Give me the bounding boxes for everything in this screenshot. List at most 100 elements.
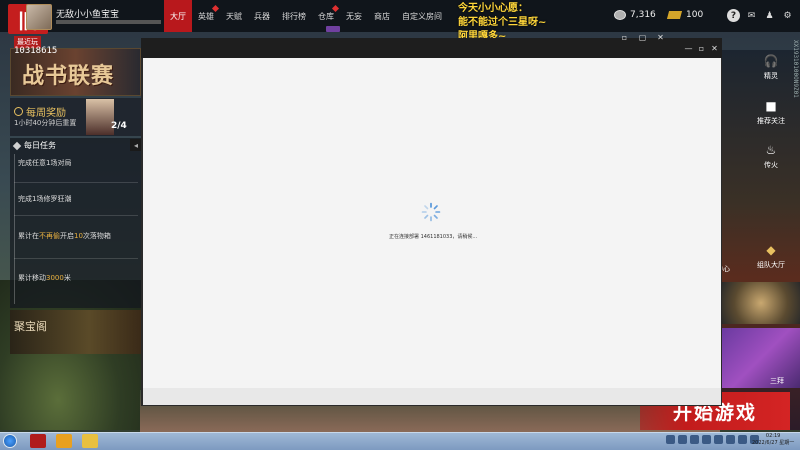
- task-timeline: [14, 154, 15, 304]
- tab-label: 兵器: [254, 11, 270, 21]
- task-highlight: 10: [74, 232, 83, 240]
- flame-icon: ♨: [765, 143, 777, 157]
- event-card[interactable]: [722, 282, 800, 324]
- tab-weapons[interactable]: 兵器: [248, 0, 276, 32]
- clock-icon: [14, 107, 23, 116]
- gold-ingot-icon: [666, 11, 683, 19]
- inner-close-icon[interactable]: ✕: [710, 44, 719, 53]
- connecting-status: 正在连接部署 1461181033，请稍候...: [389, 234, 478, 240]
- tab-label: 自定义房间: [402, 11, 442, 21]
- main-nav: 大厅 英雄 天赋 兵器 排行榜 仓库 无妄 商店 自定义房间: [164, 0, 448, 32]
- weekly-reward-character: [86, 99, 114, 135]
- task-item[interactable]: 累计在不再偷开启10次落物箱: [18, 231, 111, 241]
- divider: [14, 258, 138, 259]
- settings-icon[interactable]: ⚙: [781, 9, 794, 22]
- window-titlebar: [141, 38, 722, 58]
- tray-icon[interactable]: [678, 435, 687, 444]
- tray-icon[interactable]: [714, 435, 723, 444]
- user-level-bar: [56, 20, 161, 24]
- sprite-label: 精灵: [764, 72, 778, 80]
- tray-icon[interactable]: [690, 435, 699, 444]
- treasure-pavilion-label: 聚宝阁: [14, 320, 47, 333]
- task-text: 米: [63, 274, 71, 282]
- tab-label: 英雄: [198, 11, 214, 21]
- event-card-label: 三拜: [770, 377, 784, 385]
- task-text: 开启: [60, 232, 74, 240]
- daily-title-text: 每日任务: [24, 141, 56, 150]
- mail-icon[interactable]: ✉: [745, 9, 758, 22]
- friends-icon[interactable]: ♟: [763, 9, 776, 22]
- gold-amount: 100: [686, 10, 704, 20]
- task-highlight: 不再偷: [39, 232, 60, 240]
- tab-leaderboard[interactable]: 排行榜: [276, 0, 312, 32]
- silver-amount: 7,316: [630, 10, 656, 20]
- taskbar-app-icon[interactable]: [82, 434, 98, 448]
- gold-currency[interactable]: 100: [666, 10, 704, 20]
- clock-time: 02:19: [765, 433, 781, 439]
- tray-icon[interactable]: [702, 435, 711, 444]
- window-footer: [143, 388, 721, 405]
- help-icon[interactable]: ?: [727, 9, 740, 22]
- tray-icon[interactable]: [738, 435, 747, 444]
- divider: [14, 182, 138, 183]
- weekly-progress-count: 2/4: [111, 121, 127, 131]
- inner-restore-icon[interactable]: ▫: [697, 44, 706, 53]
- player-id: 10318615: [14, 46, 58, 56]
- sprite-button[interactable]: 🎧 精灵: [752, 54, 790, 81]
- tab-label: 无妄: [346, 11, 362, 21]
- tray-icon[interactable]: [726, 435, 735, 444]
- close-icon[interactable]: ✕: [656, 33, 665, 42]
- window-content: [143, 58, 721, 388]
- tab-label: 排行榜: [282, 11, 306, 21]
- tab-heroes[interactable]: 英雄: [192, 0, 220, 32]
- system-tray: [666, 435, 759, 444]
- weekly-reward-title: 每周奖励: [14, 104, 66, 119]
- weekly-title-text: 每周奖励: [26, 108, 66, 119]
- coin-icon: [614, 10, 626, 20]
- task-item[interactable]: 完成任意1场对局: [18, 158, 71, 168]
- tab-custom-room[interactable]: 自定义房间: [396, 0, 448, 32]
- tab-label: 仓库: [318, 11, 334, 21]
- task-item[interactable]: 累计移动3000米: [18, 273, 71, 283]
- tab-label: 大厅: [170, 11, 186, 21]
- windows-start-icon[interactable]: [3, 434, 17, 448]
- inner-minimize-icon[interactable]: —: [684, 44, 693, 53]
- tab-wuwang[interactable]: 无妄: [340, 0, 368, 32]
- daily-tasks-title: 每日任务: [12, 140, 56, 151]
- username: 无敌小小鱼宝宝: [56, 10, 120, 20]
- event-card-purple[interactable]: [722, 328, 800, 388]
- tab-label: 天赋: [226, 11, 242, 21]
- top-icons: ? ✉ ♟ ⚙: [727, 9, 794, 22]
- recommend-follow-button[interactable]: ■ 推荐关注: [752, 99, 790, 126]
- league-banner-title: 战书联赛: [22, 63, 115, 89]
- team-hall-button[interactable]: ◆ 组队大厅: [752, 243, 790, 270]
- tab-label: 商店: [374, 11, 390, 21]
- minimize-icon[interactable]: ▫: [620, 33, 629, 42]
- headset-icon: 🎧: [763, 54, 779, 68]
- clock-date: 2022/6/27 星期一: [752, 440, 795, 446]
- diamond-icon: [12, 141, 22, 150]
- taskbar-clock[interactable]: 02:19 2022/6/27 星期一: [752, 433, 794, 447]
- task-text: 完成任意1场对局: [18, 159, 72, 167]
- pass-fire-button[interactable]: ♨ 传火: [752, 143, 790, 170]
- tab-lobby[interactable]: 大厅: [164, 0, 192, 32]
- tab-shop[interactable]: 商店: [368, 0, 396, 32]
- loading-spinner-icon: [421, 202, 441, 222]
- maximize-icon[interactable]: ▢: [638, 33, 647, 42]
- divider: [14, 215, 138, 216]
- tab-talents[interactable]: 天赋: [220, 0, 248, 32]
- camera-icon: ■: [765, 99, 777, 113]
- silver-currency[interactable]: 7,316: [614, 10, 656, 20]
- side-watermark: XX19310100ON9Z01: [792, 40, 799, 98]
- taskbar-app-icon[interactable]: [56, 434, 72, 448]
- task-highlight: 3000: [46, 274, 64, 282]
- task-text: 完成1场修罗狂潮: [18, 195, 72, 203]
- tray-icon[interactable]: [666, 435, 675, 444]
- taskbar-app-icon[interactable]: [30, 434, 46, 448]
- task-text: 次落物箱: [82, 232, 111, 240]
- weekly-reset-timer: 1小时40分钟后重置: [14, 119, 77, 127]
- avatar[interactable]: [26, 4, 52, 30]
- team-hall-label: 组队大厅: [757, 261, 785, 269]
- task-item[interactable]: 完成1场修罗狂潮: [18, 194, 71, 204]
- recommend-label: 推荐关注: [757, 117, 785, 125]
